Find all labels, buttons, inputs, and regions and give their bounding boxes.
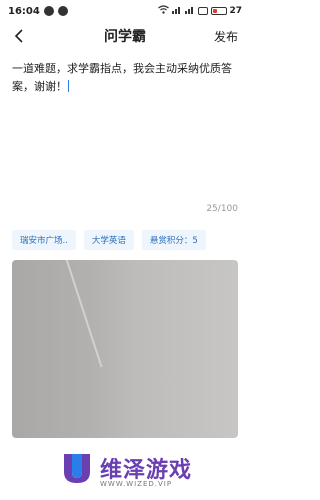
battery-icon: 27 bbox=[211, 6, 242, 16]
watermark: 维泽游戏 WWW.WIZED.VIP bbox=[60, 448, 240, 498]
tag-reward[interactable]: 悬赏积分：5 bbox=[141, 230, 206, 250]
attached-photo[interactable] bbox=[12, 260, 238, 438]
notification-icon bbox=[57, 6, 68, 16]
mute-icon bbox=[198, 7, 209, 15]
tag-subject[interactable]: 大学英语 bbox=[83, 230, 134, 250]
wifi-icon bbox=[158, 5, 170, 17]
page-title: 问学霸 bbox=[104, 29, 146, 45]
photo-crease bbox=[63, 260, 103, 368]
signal-icon bbox=[172, 5, 182, 17]
chevron-left-icon[interactable] bbox=[10, 27, 28, 45]
status-bar: 16:04 27 bbox=[0, 0, 250, 22]
title-bar: 问学霸 发布 bbox=[0, 22, 250, 50]
signal-icon bbox=[185, 5, 195, 17]
question-input[interactable]: 一道难题，求学霸指点，我会主动采纳优质答案，谢谢！ bbox=[12, 60, 238, 200]
char-counter: 25/100 bbox=[206, 204, 238, 214]
question-text: 一道难题，求学霸指点，我会主动采纳优质答案，谢谢！ bbox=[12, 62, 232, 93]
text-caret bbox=[68, 80, 69, 92]
brand-logo-icon bbox=[64, 454, 90, 483]
tag-row: 瑞安市广场.. 大学英语 悬赏积分：5 bbox=[12, 230, 206, 250]
battery-level: 27 bbox=[229, 6, 242, 16]
watermark-url: WWW.WIZED.VIP bbox=[100, 480, 173, 488]
notification-icon bbox=[43, 6, 54, 16]
publish-button[interactable]: 发布 bbox=[214, 28, 238, 45]
status-time: 16:04 bbox=[8, 5, 40, 17]
tag-location[interactable]: 瑞安市广场.. bbox=[12, 230, 76, 250]
